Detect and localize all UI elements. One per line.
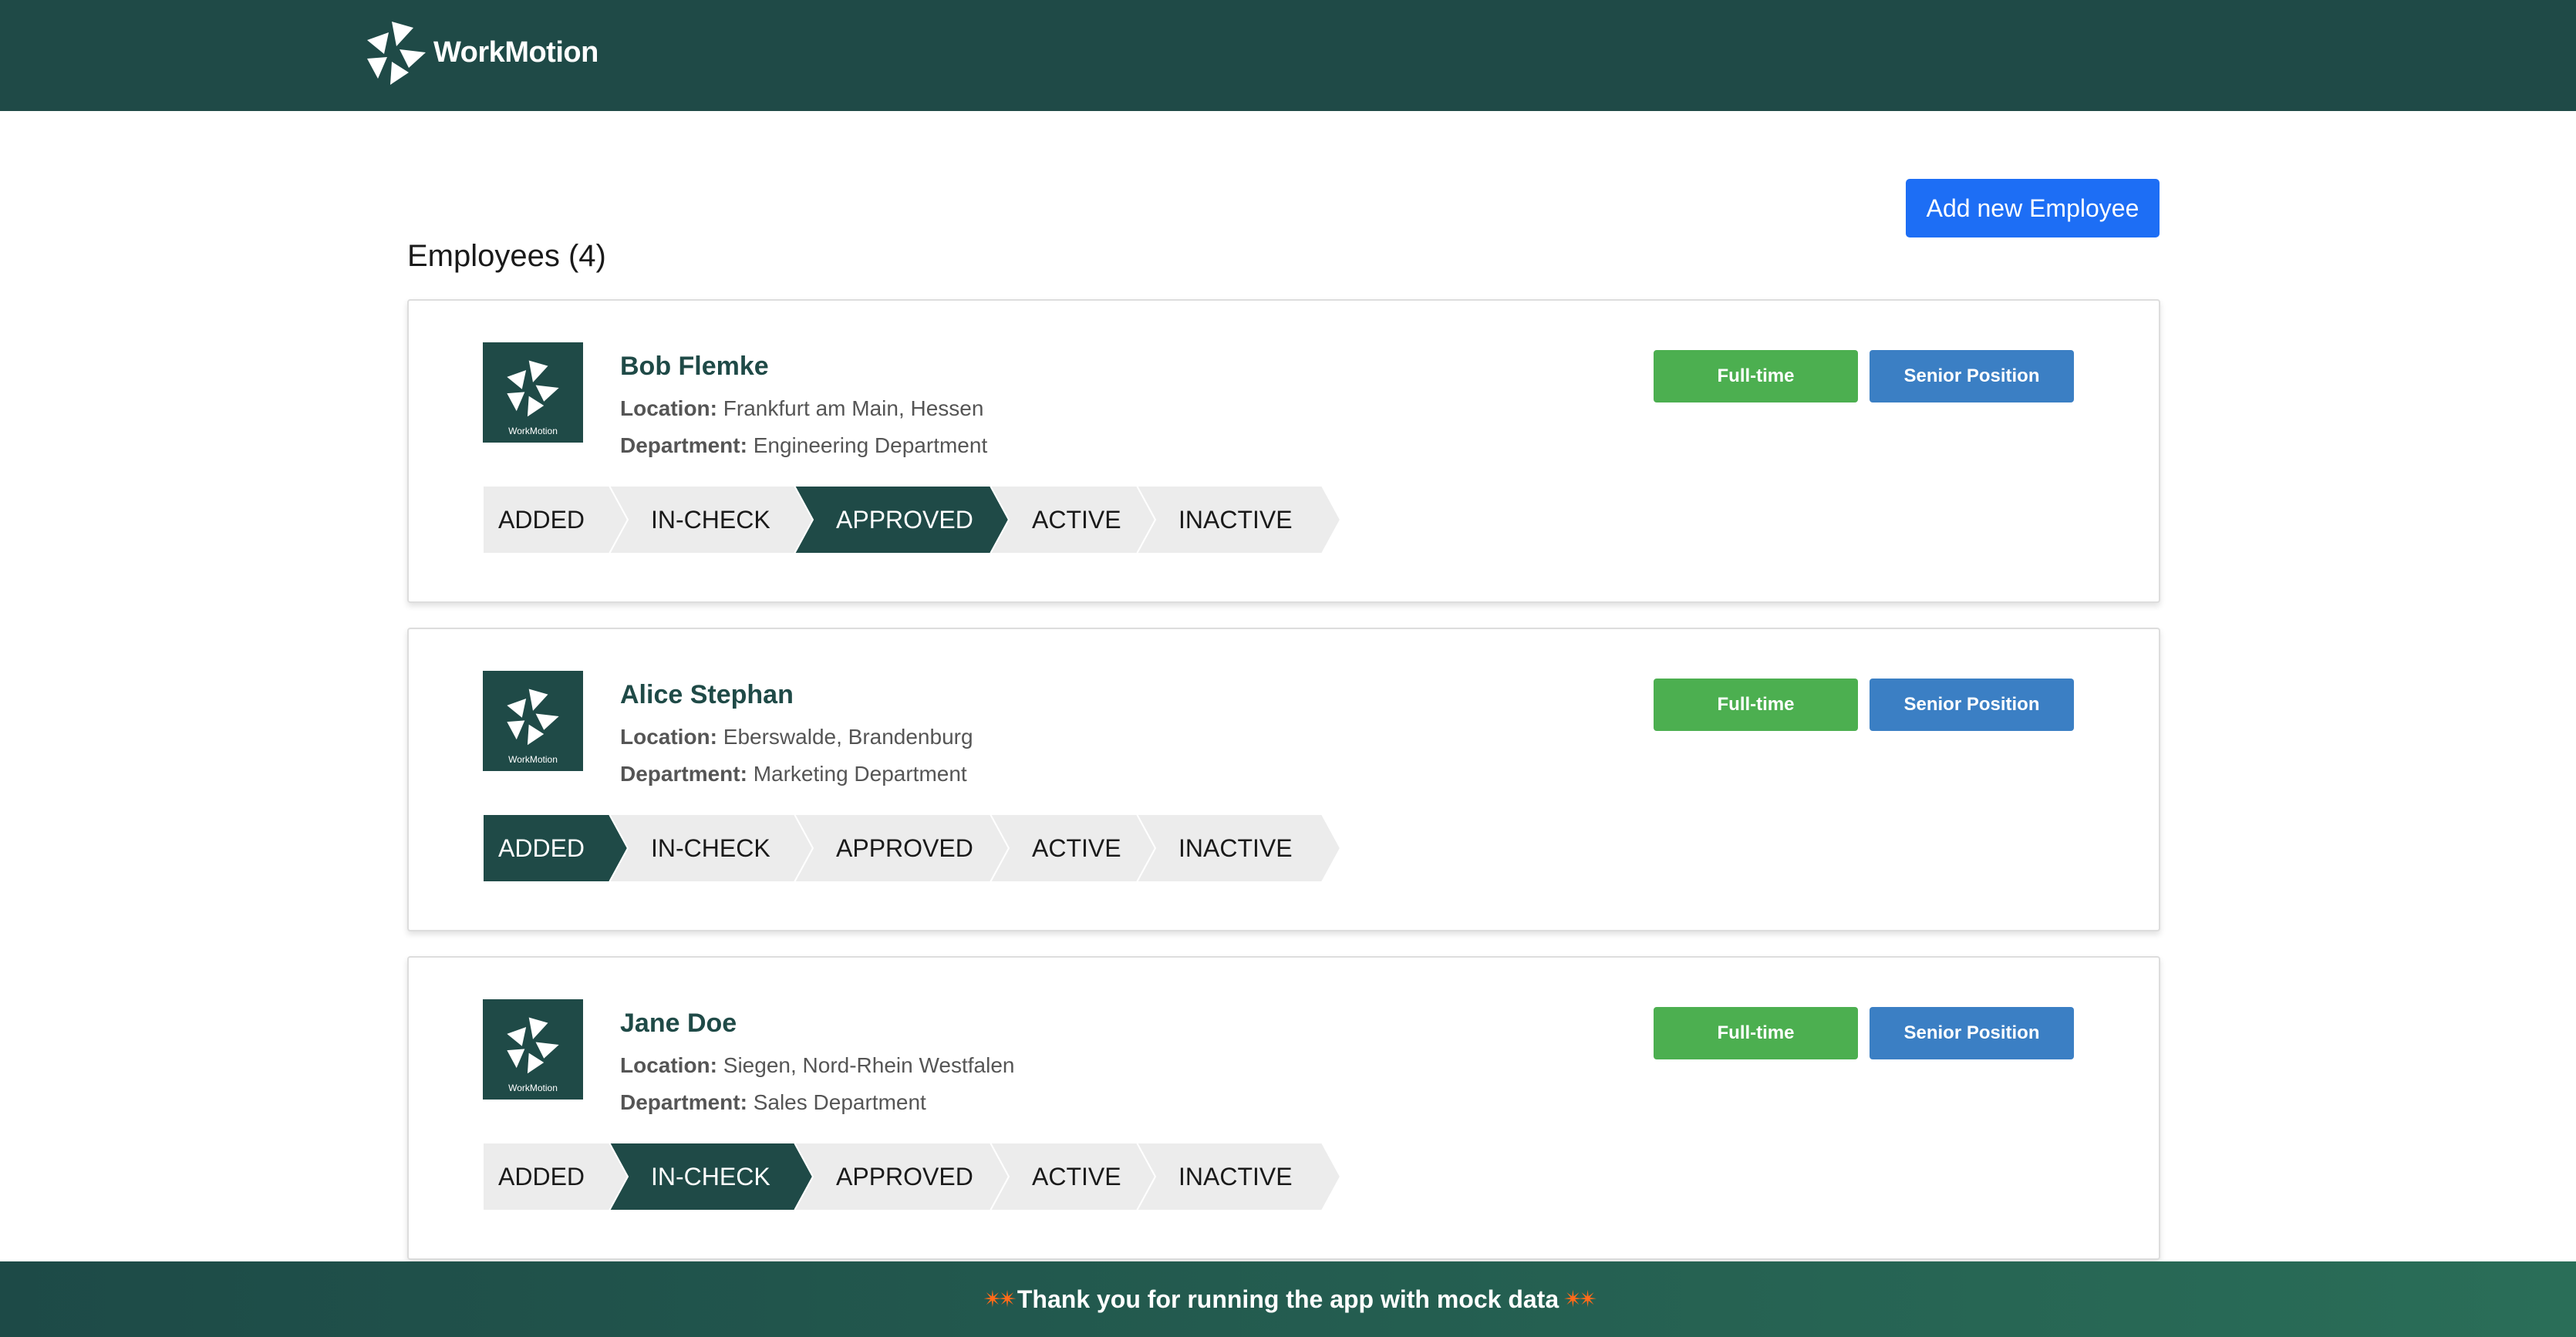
status-step-label: IN-CHECK: [651, 834, 770, 862]
employee-location: Location: Siegen, Nord-Rhein Westfalen: [620, 1053, 1014, 1078]
employee-list: WorkMotion Bob Flemke Location: Frankfurt …: [407, 299, 2160, 1285]
location-label: Location:: [620, 1053, 717, 1077]
status-step-in-check[interactable]: IN-CHECK: [609, 814, 813, 882]
status-step-in-check[interactable]: IN-CHECK: [609, 486, 813, 554]
employee-avatar: WorkMotion: [483, 999, 583, 1100]
status-step-inactive[interactable]: INACTIVE: [1137, 814, 1340, 882]
employee-avatar: WorkMotion: [483, 342, 583, 443]
status-step-added[interactable]: ADDED: [483, 1143, 628, 1211]
status-step-label: IN-CHECK: [651, 505, 770, 534]
status-step-inactive[interactable]: INACTIVE: [1137, 486, 1340, 554]
workmotion-logo-icon: [507, 1017, 559, 1074]
status-step-added[interactable]: ADDED: [483, 486, 628, 554]
avatar-caption: WorkMotion: [508, 1083, 558, 1093]
status-step-label: ADDED: [498, 1162, 585, 1191]
status-step-label: IN-CHECK: [651, 1162, 770, 1191]
top-navbar: WorkMotion: [0, 0, 2576, 111]
employee-department: Department: Marketing Department: [620, 762, 967, 786]
status-step-label: INACTIVE: [1178, 1162, 1293, 1191]
employee-avatar: WorkMotion: [483, 671, 583, 771]
status-step-active[interactable]: ACTIVE: [990, 1143, 1155, 1211]
employee-card[interactable]: WorkMotion Alice Stephan Location: Eberswa…: [407, 628, 2160, 931]
mock-data-banner: ✴✴ Thank you for running the app with mo…: [0, 1261, 2576, 1337]
workmotion-logo[interactable]: WorkMotion: [362, 17, 598, 88]
status-step-label: APPROVED: [836, 505, 973, 534]
status-step-added[interactable]: ADDED: [483, 814, 628, 882]
status-step-approved[interactable]: APPROVED: [794, 486, 1009, 554]
department-label: Department:: [620, 762, 747, 786]
status-step-label: ACTIVE: [1032, 505, 1121, 534]
status-step-approved[interactable]: APPROVED: [794, 814, 1009, 882]
logo-text: WorkMotion: [433, 35, 598, 69]
department-value: Sales Department: [753, 1090, 926, 1114]
status-step-label: ADDED: [498, 505, 585, 534]
sparkle-emoji-icon: ✴✴: [983, 1286, 1017, 1312]
location-value: Siegen, Nord-Rhein Westfalen: [723, 1053, 1015, 1077]
location-value: Eberswalde, Brandenburg: [723, 725, 973, 749]
status-step-inactive[interactable]: INACTIVE: [1137, 1143, 1340, 1211]
location-label: Location:: [620, 396, 717, 420]
department-value: Marketing Department: [753, 762, 967, 786]
employee-department: Department: Engineering Department: [620, 433, 987, 458]
department-value: Engineering Department: [753, 433, 988, 457]
location-label: Location:: [620, 725, 717, 749]
employee-card[interactable]: WorkMotion Bob Flemke Location: Frankfurt …: [407, 299, 2160, 603]
full-time-badge: Full-time: [1654, 1007, 1858, 1059]
senior-position-badge: Senior Position: [1870, 350, 2074, 402]
workmotion-logo-icon: [507, 360, 559, 417]
location-value: Frankfurt am Main, Hessen: [723, 396, 984, 420]
status-step-approved[interactable]: APPROVED: [794, 1143, 1009, 1211]
employee-location: Location: Frankfurt am Main, Hessen: [620, 396, 983, 421]
avatar-caption: WorkMotion: [508, 426, 558, 436]
sparkle-emoji-icon: ✴✴: [1563, 1286, 1597, 1312]
full-time-badge: Full-time: [1654, 350, 1858, 402]
avatar-caption: WorkMotion: [508, 754, 558, 765]
status-step-label: INACTIVE: [1178, 834, 1293, 862]
employee-name[interactable]: Jane Doe: [620, 1009, 737, 1039]
page-title: Employees (4): [407, 239, 606, 273]
status-step-label: ACTIVE: [1032, 1162, 1121, 1191]
employee-location: Location: Eberswalde, Brandenburg: [620, 725, 973, 749]
status-step-label: ACTIVE: [1032, 834, 1121, 862]
full-time-badge: Full-time: [1654, 679, 1858, 731]
add-employee-button[interactable]: Add new Employee: [1906, 179, 2160, 237]
employee-department: Department: Sales Department: [620, 1090, 926, 1115]
senior-position-badge: Senior Position: [1870, 1007, 2074, 1059]
department-label: Department:: [620, 433, 747, 457]
status-step-in-check[interactable]: IN-CHECK: [609, 1143, 813, 1211]
employee-card[interactable]: WorkMotion Jane Doe Location: Siegen, Nord…: [407, 956, 2160, 1260]
status-step-label: INACTIVE: [1178, 505, 1293, 534]
senior-position-badge: Senior Position: [1870, 679, 2074, 731]
status-step-active[interactable]: ACTIVE: [990, 814, 1155, 882]
status-step-label: APPROVED: [836, 1162, 973, 1191]
department-label: Department:: [620, 1090, 747, 1114]
status-step-label: ADDED: [498, 834, 585, 862]
workmotion-logo-icon: [507, 689, 559, 746]
status-step-active[interactable]: ACTIVE: [990, 486, 1155, 554]
employee-name[interactable]: Bob Flemke: [620, 352, 769, 382]
employee-name[interactable]: Alice Stephan: [620, 680, 794, 710]
mock-data-message: Thank you for running the app with mock …: [1017, 1285, 1559, 1313]
status-step-label: APPROVED: [836, 834, 973, 862]
workmotion-logo-icon: [367, 22, 426, 85]
